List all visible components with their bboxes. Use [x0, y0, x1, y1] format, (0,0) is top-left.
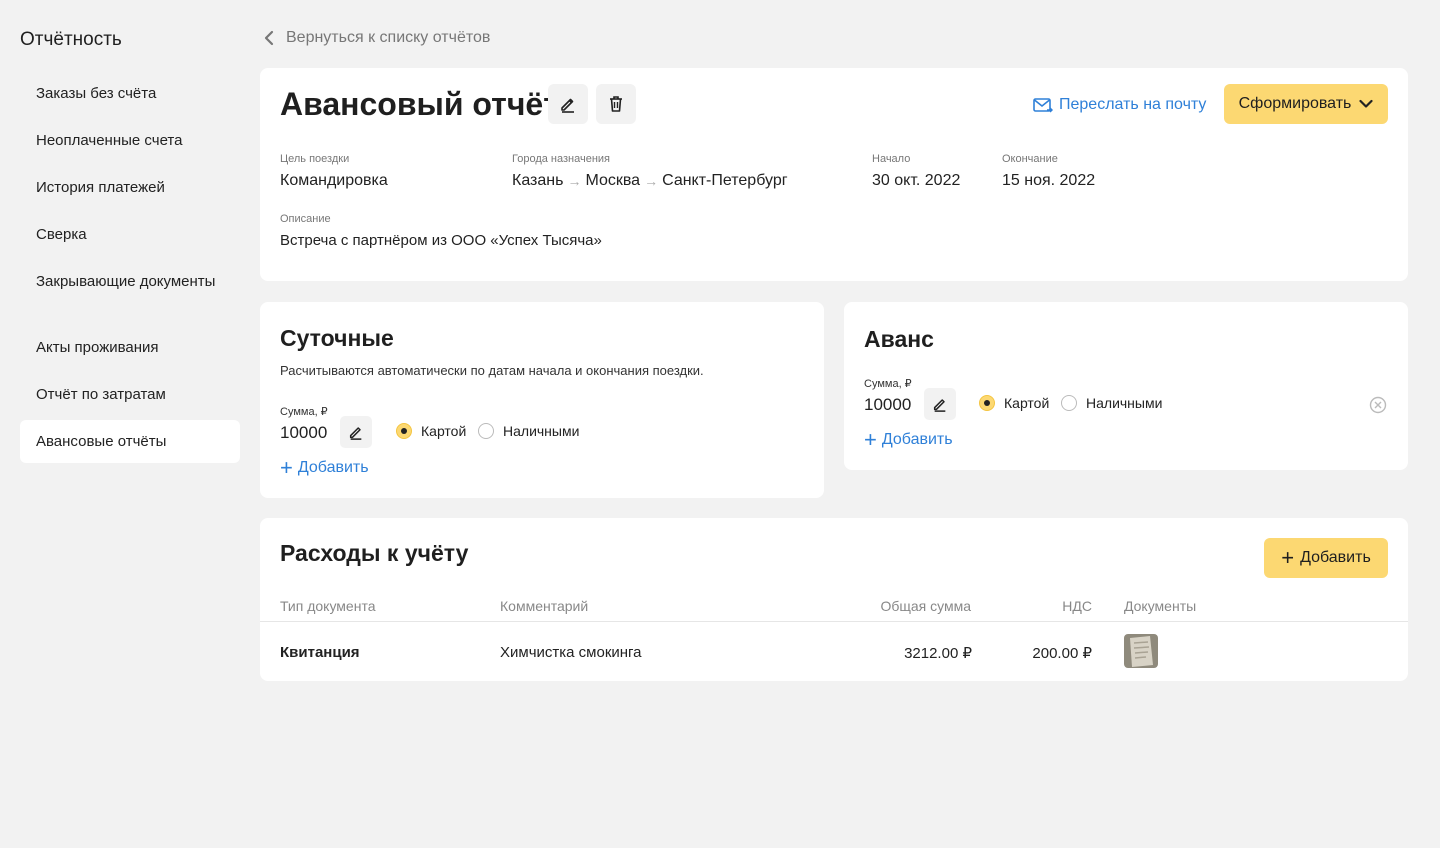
- column-header-total: Общая сумма: [880, 598, 971, 614]
- generate-button-label: Сформировать: [1238, 95, 1352, 112]
- radio-label: Картой: [421, 423, 467, 439]
- advance-title: Аванс: [864, 326, 934, 352]
- expenses-card: Расходы к учёту + Добавить Тип документа…: [260, 518, 1408, 681]
- purpose-value: Командировка: [280, 172, 388, 189]
- per-diem-card: Суточные Расчитываются автоматически по …: [260, 302, 824, 498]
- table-divider: [260, 621, 1408, 622]
- column-header-documents: Документы: [1124, 598, 1197, 614]
- sidebar-item-closing-documents[interactable]: Закрывающие документы: [20, 272, 240, 291]
- column-header-doc-type: Тип документа: [280, 598, 376, 614]
- radio-checked-icon: [396, 423, 412, 439]
- edit-per-diem-button[interactable]: [340, 416, 372, 448]
- arrow-right-icon: →: [644, 173, 659, 189]
- cell-comment: Химчистка смокинга: [500, 644, 642, 661]
- per-diem-sum-label: Сумма, ₽: [280, 406, 328, 418]
- advance-card: Аванс Сумма, ₽ 10000 Картой Наличными + …: [844, 302, 1408, 470]
- radio-label: Картой: [1004, 395, 1050, 411]
- advance-sum-label: Сумма, ₽: [864, 378, 912, 390]
- delete-report-button[interactable]: [596, 84, 636, 124]
- add-expense-button[interactable]: + Добавить: [1264, 538, 1388, 578]
- forward-email-label: Переслать на почту: [1059, 96, 1207, 113]
- end-date-label: Окончание: [1002, 153, 1058, 165]
- plus-icon: +: [864, 427, 877, 452]
- pencil-icon: [561, 98, 574, 113]
- cities-label: Города назначения: [512, 153, 611, 165]
- chevron-down-icon: [1359, 99, 1373, 108]
- description-label: Описание: [280, 213, 331, 225]
- description-value: Встреча с партнёром из ООО «Успех Тысяча…: [280, 232, 602, 249]
- per-diem-title: Суточные: [280, 325, 394, 351]
- cell-total: 3212.00 ₽: [904, 645, 972, 662]
- radio-checked-icon: [979, 395, 995, 411]
- mail-forward-icon: [1033, 98, 1053, 113]
- sidebar-item-reconciliation[interactable]: Сверка: [20, 225, 240, 244]
- radio-unchecked-icon: [1061, 395, 1077, 411]
- sidebar-item-advance-reports[interactable]: Авансовые отчёты: [20, 420, 240, 463]
- sidebar-item-accommodation-acts[interactable]: Акты проживания: [20, 338, 240, 357]
- start-date-label: Начало: [872, 153, 911, 165]
- end-date-value: 15 ноя. 2022: [1002, 172, 1096, 189]
- radio-unchecked-icon: [478, 423, 494, 439]
- column-header-comment: Комментарий: [500, 598, 589, 614]
- pencil-icon: [933, 399, 946, 412]
- sidebar-title: Отчётность: [20, 29, 122, 50]
- city-name: Санкт-Петербург: [662, 172, 788, 189]
- arrow-right-icon: →: [567, 173, 582, 189]
- advance-add-link[interactable]: + Добавить: [864, 427, 953, 452]
- edit-advance-button[interactable]: [924, 388, 956, 420]
- sidebar-item-expense-report[interactable]: Отчёт по затратам: [20, 385, 240, 404]
- back-link[interactable]: Вернуться к списку отчётов: [264, 27, 490, 49]
- column-header-vat: НДС: [1062, 598, 1092, 614]
- add-label: Добавить: [297, 459, 369, 476]
- receipt-photo-icon: [1124, 634, 1158, 668]
- radio-label: Наличными: [503, 423, 580, 439]
- page-title: Авансовый отчёт: [280, 86, 559, 122]
- per-diem-description: Расчитываются автоматически по датам нач…: [280, 363, 704, 378]
- start-date-value: 30 окт. 2022: [872, 172, 961, 189]
- remove-circle-icon[interactable]: [1369, 396, 1387, 414]
- add-expense-label: Добавить: [1300, 549, 1371, 566]
- expenses-title: Расходы к учёту: [280, 540, 469, 566]
- advance-card-radio[interactable]: Картой: [979, 395, 1049, 411]
- purpose-label: Цель поездки: [280, 153, 350, 165]
- per-diem-card-radio[interactable]: Картой: [396, 423, 466, 439]
- chevron-left-icon: [264, 30, 274, 46]
- edit-report-button[interactable]: [548, 84, 588, 124]
- city-name: Москва: [585, 172, 641, 189]
- cell-vat: 200.00 ₽: [1032, 645, 1092, 662]
- forward-email-link[interactable]: Переслать на почту: [1033, 94, 1206, 116]
- report-header-card: Авансовый отчёт Переслать на почту Сформ…: [260, 68, 1408, 281]
- cities-route: Казань → Москва → Санкт-Петербург: [512, 172, 788, 190]
- advance-cash-radio[interactable]: Наличными: [1061, 395, 1162, 411]
- plus-icon: +: [1281, 545, 1295, 570]
- sidebar-item-unpaid-invoices[interactable]: Неоплаченные счета: [20, 131, 240, 150]
- cell-doc-type: Квитанция: [280, 644, 360, 661]
- document-thumbnail[interactable]: [1124, 634, 1158, 668]
- trash-icon: [610, 96, 622, 112]
- city-name: Казань: [512, 172, 564, 189]
- plus-icon: +: [280, 455, 293, 480]
- advance-sum-value: 10000: [864, 395, 912, 414]
- add-label: Добавить: [881, 431, 953, 448]
- generate-button[interactable]: Сформировать: [1224, 84, 1388, 124]
- back-link-label: Вернуться к списку отчётов: [286, 29, 491, 46]
- radio-label: Наличными: [1086, 395, 1163, 411]
- per-diem-cash-radio[interactable]: Наличными: [478, 423, 579, 439]
- per-diem-sum-value: 10000: [280, 423, 328, 442]
- pencil-icon: [349, 427, 362, 440]
- sidebar-item-payment-history[interactable]: История платежей: [20, 178, 240, 197]
- per-diem-add-link[interactable]: + Добавить: [280, 455, 369, 480]
- sidebar-item-orders-without-invoice[interactable]: Заказы без счёта: [20, 84, 240, 103]
